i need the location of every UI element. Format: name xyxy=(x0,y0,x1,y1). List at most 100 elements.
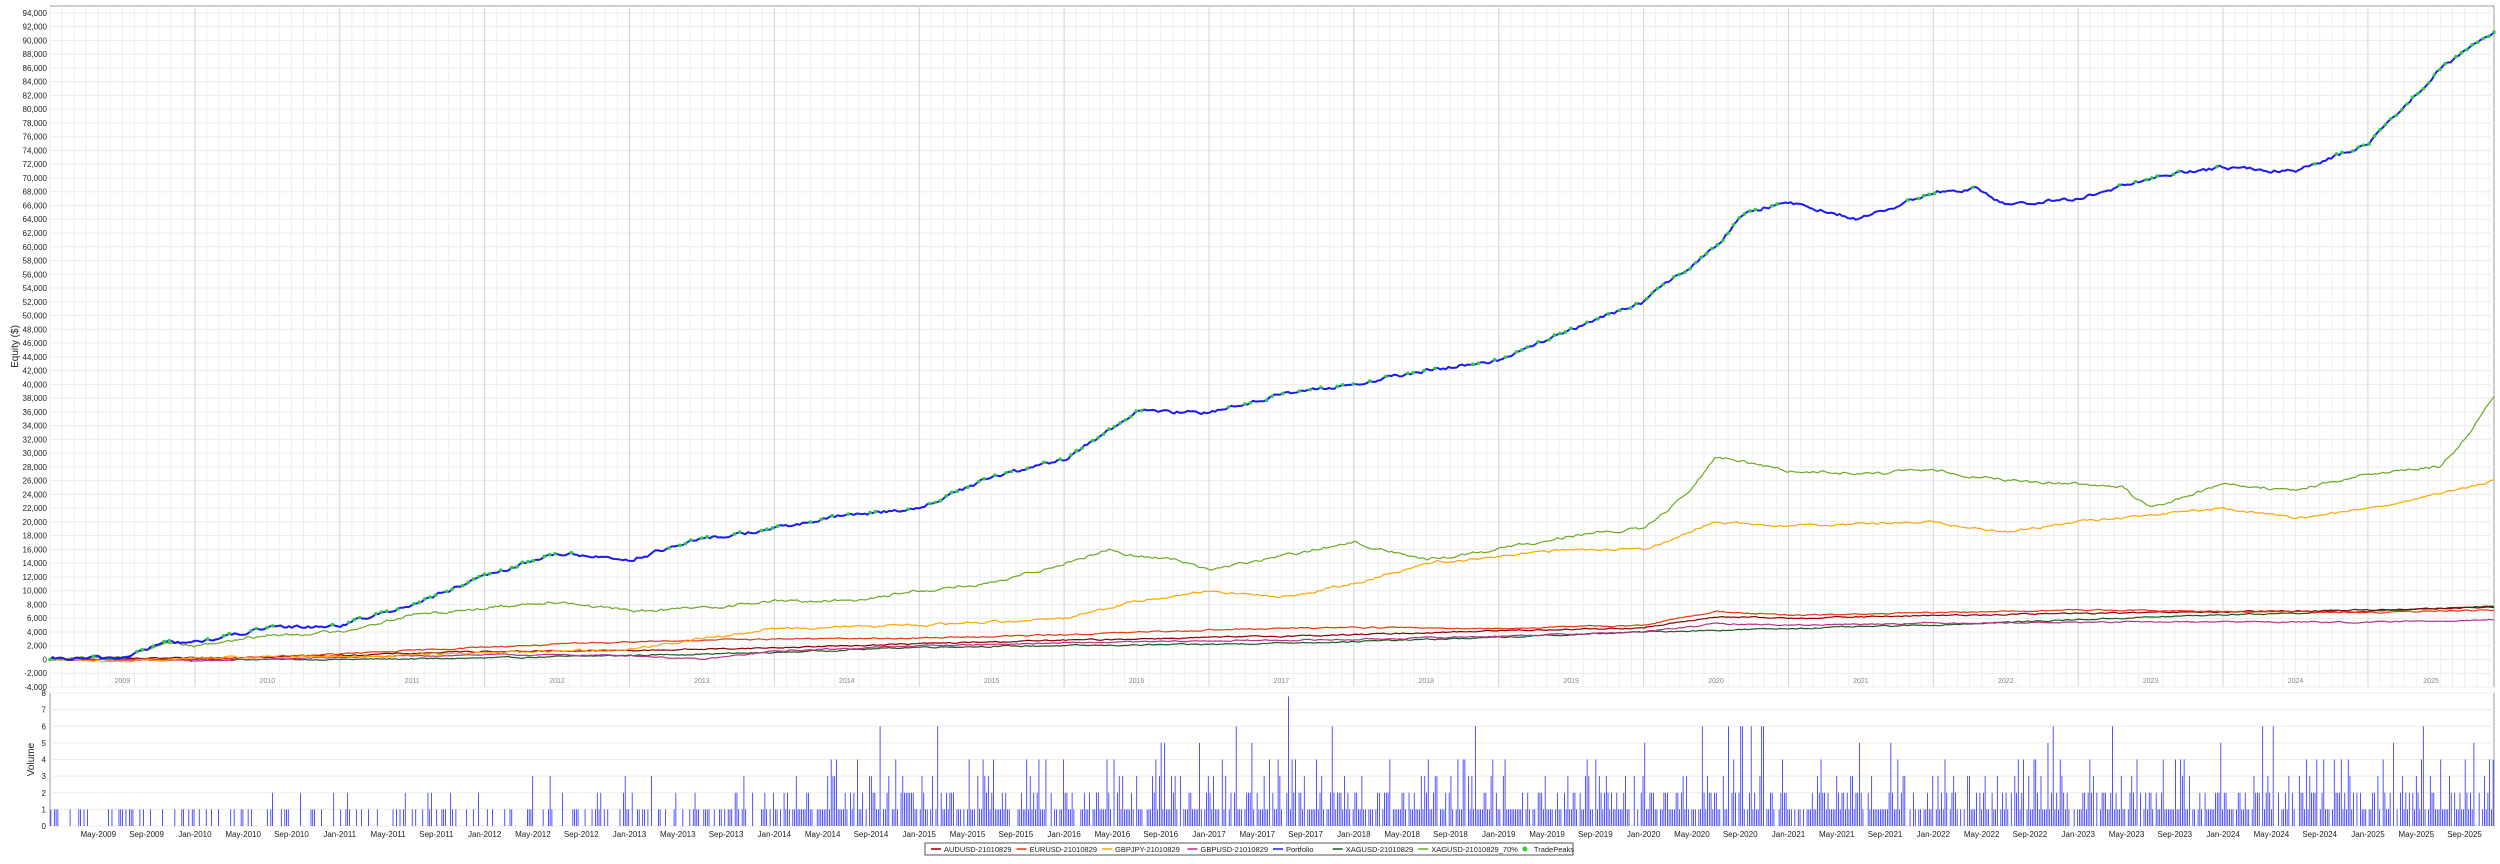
equity-year-label: 2020 xyxy=(1708,678,1724,685)
trade-peak-marker xyxy=(460,583,465,588)
trade-peak-marker xyxy=(2394,113,2399,118)
trade-peak-marker xyxy=(1731,222,1736,227)
legend-label: EURUSD-21010829 xyxy=(1030,845,1098,854)
trade-peak-marker xyxy=(1308,387,1312,392)
trade-peak-marker xyxy=(2416,91,2420,96)
trade-peak-marker xyxy=(1134,409,1139,413)
legend-label: Portfolio xyxy=(1286,845,1314,854)
volume-y-tick-label: 6 xyxy=(42,722,47,731)
trade-peak-marker xyxy=(2177,169,2181,174)
trade-peak-marker xyxy=(1596,317,1600,321)
volume-x-tick-label: Jan-2013 xyxy=(613,830,647,839)
legend-label: XAGUSD-21010829_70% xyxy=(1431,845,1518,854)
volume-x-tick-label: Sep-2010 xyxy=(274,830,309,839)
trade-peak-marker xyxy=(1704,251,1709,256)
legend-label: GBPJPY-21010829 xyxy=(1115,845,1180,854)
trade-peak-marker xyxy=(868,510,872,515)
volume-x-tick-label: May-2021 xyxy=(1819,830,1855,839)
volume-x-tick-label: Sep-2016 xyxy=(1143,830,1178,839)
equity-y-tick-label: 8,000 xyxy=(27,600,48,609)
trade-peak-marker xyxy=(2459,51,2464,55)
volume-y-tick-label: 3 xyxy=(42,772,47,781)
trade-peak-marker xyxy=(873,509,878,514)
volume-x-tick-label: May-2015 xyxy=(950,830,986,839)
equity-year-label: 2015 xyxy=(984,678,1000,685)
trade-peak-marker xyxy=(2421,86,2426,91)
equity-year-label: 2021 xyxy=(1853,678,1869,685)
equity-y-tick-label: 78,000 xyxy=(23,119,48,128)
trade-peak-marker xyxy=(2150,176,2154,180)
trade-peak-marker xyxy=(1351,382,1356,386)
trade-peak-marker xyxy=(1096,435,1101,440)
trade-peak-marker xyxy=(1319,385,1323,390)
trade-peak-marker xyxy=(2492,30,2496,34)
trade-peak-marker xyxy=(1492,357,1497,362)
trade-peak-marker xyxy=(2171,172,2176,177)
equity-y-tick-label: 80,000 xyxy=(23,105,48,114)
equity-y-tick-label: 2,000 xyxy=(27,642,48,651)
trade-peak-marker xyxy=(520,560,525,565)
equity-y-tick-label: 54,000 xyxy=(23,284,48,293)
trade-peak-marker xyxy=(966,485,970,489)
trade-peak-marker xyxy=(759,528,764,533)
equity-y-tick-label: 92,000 xyxy=(23,23,48,32)
trade-peak-marker xyxy=(1699,255,1703,260)
trade-peak-marker xyxy=(1503,355,1508,360)
trade-peak-marker xyxy=(450,587,454,592)
equity-y-tick-label: 94,000 xyxy=(23,9,48,18)
volume-y-tick-label: 0 xyxy=(42,822,47,831)
equity-year-label: 2022 xyxy=(1998,678,2014,685)
trade-peak-marker xyxy=(982,476,986,481)
volume-x-tick-label: May-2024 xyxy=(2254,830,2290,839)
trade-peak-marker xyxy=(1921,193,1926,198)
trade-peak-marker xyxy=(2372,134,2377,138)
trade-peak-marker xyxy=(699,536,704,540)
trade-peak-marker xyxy=(422,597,427,601)
equity-y-tick-label: 52,000 xyxy=(23,298,48,307)
volume-x-tick-label: May-2019 xyxy=(1529,830,1565,839)
equity-y-tick-label: 12,000 xyxy=(23,573,48,582)
trade-peak-marker xyxy=(488,571,492,576)
trade-peak-marker xyxy=(433,593,438,597)
trade-peak-marker xyxy=(1042,460,1046,465)
volume-x-tick-label: Sep-2020 xyxy=(1723,830,1758,839)
volume-y-tick-label: 7 xyxy=(42,706,47,715)
trade-peak-marker xyxy=(471,577,476,581)
trade-peak-marker xyxy=(1552,333,1557,337)
volume-x-tick-label: May-2022 xyxy=(1964,830,2000,839)
trade-peak-marker xyxy=(2383,122,2388,127)
trade-peak-marker xyxy=(1650,291,1654,295)
trade-peak-marker xyxy=(1009,469,1014,474)
equity-y-tick-label: -2,000 xyxy=(24,669,47,678)
trade-peak-marker xyxy=(531,558,536,563)
trade-peak-marker xyxy=(2399,108,2404,112)
trade-peak-marker xyxy=(928,501,932,506)
trade-peak-marker xyxy=(2389,116,2393,121)
equity-y-tick-label: 16,000 xyxy=(23,545,48,554)
equity-y-tick-label: 24,000 xyxy=(23,490,48,499)
trade-peak-marker xyxy=(976,479,981,484)
volume-x-tick-label: Sep-2011 xyxy=(419,830,454,839)
trade-peak-marker xyxy=(265,625,270,630)
trade-peak-marker xyxy=(352,617,356,622)
equity-year-label: 2014 xyxy=(839,678,855,685)
volume-x-tick-label: Jan-2019 xyxy=(1482,830,1516,839)
equity-y-tick-label: 28,000 xyxy=(23,463,48,472)
trade-peak-marker xyxy=(2443,61,2447,66)
trade-peak-marker xyxy=(1775,202,1779,206)
equity-y-tick-label: 32,000 xyxy=(23,435,48,444)
trade-peak-marker xyxy=(1628,306,1633,310)
trade-peak-marker xyxy=(2340,150,2344,155)
trade-peak-marker xyxy=(1655,286,1660,291)
trade-peak-marker xyxy=(737,530,742,535)
trade-peak-marker xyxy=(2486,34,2491,39)
equity-y-tick-label: 36,000 xyxy=(23,408,48,417)
trade-peak-marker xyxy=(2432,73,2437,77)
trade-peak-marker xyxy=(270,624,275,628)
volume-x-tick-label: May-2020 xyxy=(1674,830,1710,839)
trade-peak-marker xyxy=(2481,36,2485,41)
volume-x-tick-label: May-2010 xyxy=(225,830,261,839)
trade-peak-marker xyxy=(2465,47,2469,52)
trade-peak-marker xyxy=(1547,337,1551,342)
trade-peak-marker xyxy=(553,551,557,556)
